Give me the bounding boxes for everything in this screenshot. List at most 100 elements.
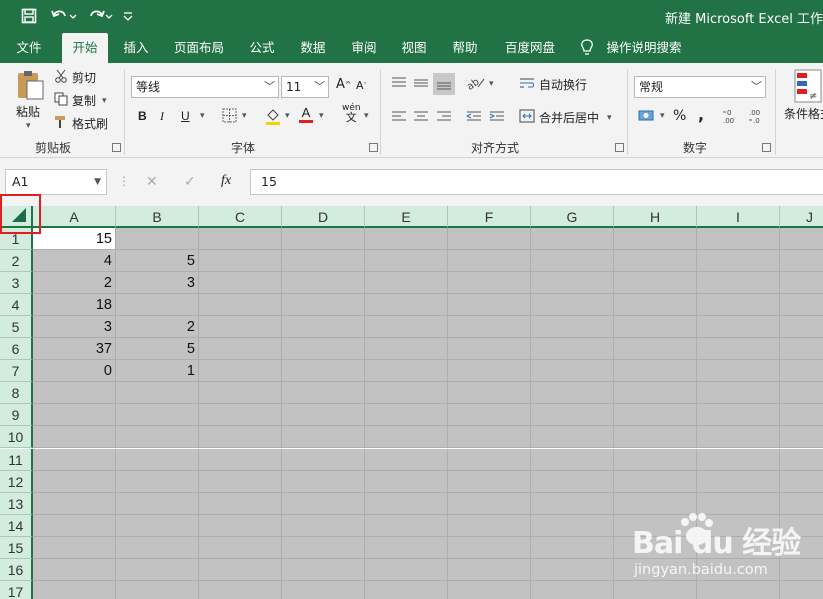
- cell-c7[interactable]: [199, 360, 282, 383]
- cell-g4[interactable]: [531, 294, 614, 317]
- cell-d12[interactable]: [282, 470, 365, 493]
- cell-j10[interactable]: [780, 426, 823, 449]
- align-right-icon[interactable]: [436, 110, 452, 122]
- cell-a3[interactable]: 2: [33, 272, 116, 295]
- accounting-format-icon[interactable]: [638, 108, 656, 124]
- cell-h6[interactable]: [614, 338, 697, 361]
- row-header-4[interactable]: 4: [0, 294, 33, 317]
- cell-h4[interactable]: [614, 294, 697, 317]
- cell-f2[interactable]: [448, 250, 531, 273]
- row-header-8[interactable]: 8: [0, 382, 33, 405]
- cell-c13[interactable]: [199, 492, 282, 515]
- cell-a4[interactable]: 18: [33, 294, 116, 317]
- cell-b14[interactable]: [116, 514, 199, 537]
- insert-function-icon[interactable]: fx: [221, 173, 231, 189]
- font-launcher-icon[interactable]: [369, 143, 378, 152]
- column-header-b[interactable]: B: [116, 206, 199, 228]
- cell-a11[interactable]: [33, 448, 116, 471]
- cell-i9[interactable]: [697, 404, 780, 427]
- cell-i2[interactable]: [697, 250, 780, 273]
- cell-b15[interactable]: [116, 536, 199, 559]
- cell-j9[interactable]: [780, 404, 823, 427]
- cell-g13[interactable]: [531, 492, 614, 515]
- cell-c2[interactable]: [199, 250, 282, 273]
- cell-h9[interactable]: [614, 404, 697, 427]
- row-header-11[interactable]: 11: [0, 448, 33, 471]
- cell-d4[interactable]: [282, 294, 365, 317]
- cell-a14[interactable]: [33, 514, 116, 537]
- cell-d10[interactable]: [282, 426, 365, 449]
- row-header-9[interactable]: 9: [0, 404, 33, 427]
- row-header-6[interactable]: 6: [0, 338, 33, 361]
- cell-a17[interactable]: [33, 580, 116, 599]
- cell-d13[interactable]: [282, 492, 365, 515]
- cell-b8[interactable]: [116, 382, 199, 405]
- cell-a12[interactable]: [33, 470, 116, 493]
- cell-a13[interactable]: [33, 492, 116, 515]
- cell-b2[interactable]: 5: [116, 250, 199, 273]
- row-header-3[interactable]: 3: [0, 272, 33, 295]
- wrap-text-button[interactable]: 自动换行: [519, 76, 587, 93]
- cell-g12[interactable]: [531, 470, 614, 493]
- bold-button[interactable]: B: [138, 109, 147, 123]
- cell-i5[interactable]: [697, 316, 780, 339]
- cell-e13[interactable]: [365, 492, 448, 515]
- percent-style-button[interactable]: %: [673, 108, 686, 124]
- cell-g6[interactable]: [531, 338, 614, 361]
- cell-c9[interactable]: [199, 404, 282, 427]
- cell-a8[interactable]: [33, 382, 116, 405]
- cell-a5[interactable]: 3: [33, 316, 116, 339]
- cell-j4[interactable]: [780, 294, 823, 317]
- cell-a9[interactable]: [33, 404, 116, 427]
- cell-b10[interactable]: [116, 426, 199, 449]
- row-header-15[interactable]: 15: [0, 536, 33, 559]
- paste-button[interactable]: 粘贴: [16, 103, 40, 120]
- cell-c8[interactable]: [199, 382, 282, 405]
- fill-color-icon[interactable]: [264, 107, 282, 125]
- cell-b13[interactable]: [116, 492, 199, 515]
- font-size-select[interactable]: 11 ﹀: [281, 76, 329, 98]
- align-bottom-icon[interactable]: [433, 73, 455, 95]
- italic-button[interactable]: I: [160, 109, 164, 124]
- tab-page-layout[interactable]: 页面布局: [167, 33, 231, 63]
- cell-j7[interactable]: [780, 360, 823, 383]
- cell-g2[interactable]: [531, 250, 614, 273]
- cell-g16[interactable]: [531, 558, 614, 581]
- cell-e15[interactable]: [365, 536, 448, 559]
- cell-c10[interactable]: [199, 426, 282, 449]
- cell-b6[interactable]: 5: [116, 338, 199, 361]
- increase-indent-icon[interactable]: [489, 110, 505, 122]
- cell-g3[interactable]: [531, 272, 614, 295]
- copy-dropdown-icon[interactable]: ▾: [102, 96, 107, 106]
- formula-input[interactable]: 15: [250, 169, 823, 195]
- cell-e8[interactable]: [365, 382, 448, 405]
- cell-i12[interactable]: [697, 470, 780, 493]
- cell-j1[interactable]: [780, 228, 823, 251]
- cell-b12[interactable]: [116, 470, 199, 493]
- paste-dropdown-icon[interactable]: ▾: [26, 121, 31, 131]
- cell-e5[interactable]: [365, 316, 448, 339]
- cell-h2[interactable]: [614, 250, 697, 273]
- cell-j11[interactable]: [780, 448, 823, 471]
- column-header-a[interactable]: A: [33, 206, 116, 228]
- align-top-icon[interactable]: [391, 76, 407, 90]
- cell-g10[interactable]: [531, 426, 614, 449]
- phonetic-guide-button[interactable]: wén 文: [342, 103, 361, 123]
- cell-f10[interactable]: [448, 426, 531, 449]
- cell-f8[interactable]: [448, 382, 531, 405]
- cell-c5[interactable]: [199, 316, 282, 339]
- accounting-dropdown-icon[interactable]: ▾: [660, 111, 665, 121]
- customize-quick-access-icon[interactable]: [120, 6, 136, 26]
- redo-icon[interactable]: [84, 6, 116, 26]
- format-painter-button[interactable]: 格式刷: [54, 115, 108, 132]
- lightbulb-icon[interactable]: [576, 33, 598, 63]
- cell-f12[interactable]: [448, 470, 531, 493]
- cell-d8[interactable]: [282, 382, 365, 405]
- fill-color-dropdown-icon[interactable]: ▾: [285, 111, 290, 121]
- underline-button[interactable]: U: [181, 109, 190, 123]
- cell-d11[interactable]: [282, 448, 365, 471]
- cell-i8[interactable]: [697, 382, 780, 405]
- paste-icon[interactable]: [14, 69, 48, 101]
- conditional-formatting-icon[interactable]: ≠: [794, 69, 822, 103]
- cell-j12[interactable]: [780, 470, 823, 493]
